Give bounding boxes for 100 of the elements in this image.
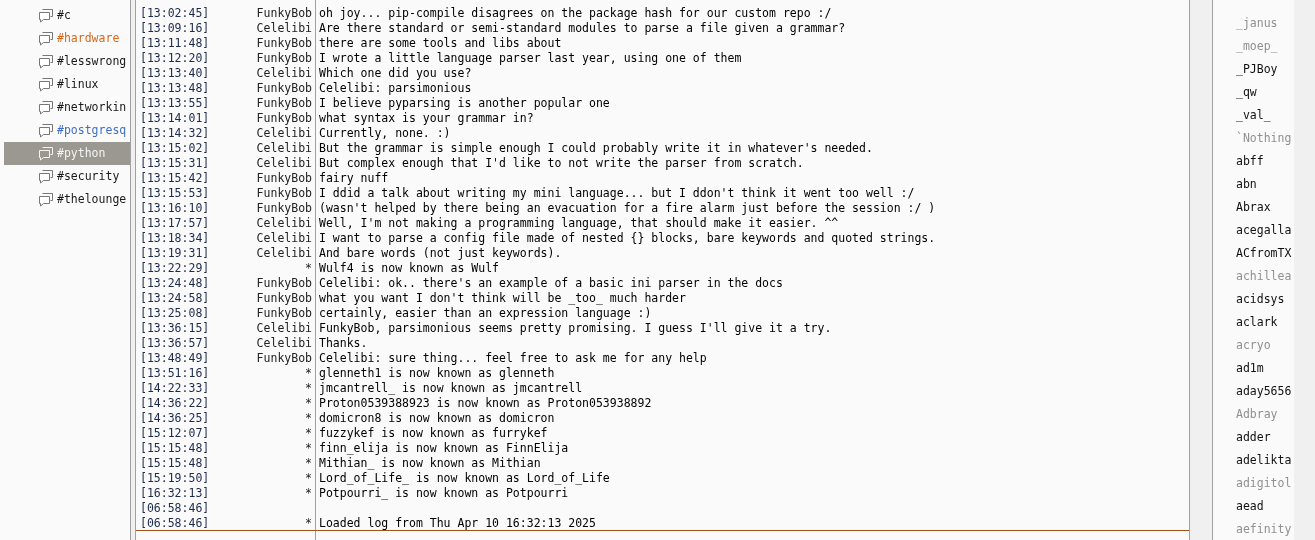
- message-text: I believe pyparsing is another popular one: [319, 96, 610, 110]
- message-text: domicron8 is now known as domicron: [319, 411, 555, 425]
- channel-item[interactable]: #lesswrong: [4, 50, 130, 73]
- user-name[interactable]: ACfromTX: [1236, 244, 1292, 263]
- user-name[interactable]: adelikta: [1236, 451, 1292, 470]
- nick: Celelibi: [256, 126, 312, 140]
- user-name[interactable]: aclark: [1236, 313, 1278, 332]
- message-text: Well, I'm not making a programming language, that should make it easier. ^^: [319, 216, 839, 230]
- nick: FunkyBob: [256, 201, 312, 215]
- user-name[interactable]: abn: [1236, 175, 1257, 194]
- channel-item[interactable]: #hardware: [4, 27, 130, 50]
- nick: FunkyBob: [256, 171, 312, 185]
- user-name[interactable]: aday5656: [1236, 382, 1292, 401]
- timestamp: [13:17:57]: [139, 216, 211, 231]
- nick: *: [305, 396, 312, 410]
- timestamp: [15:12:07]: [139, 426, 211, 441]
- timestamp: [14:22:33]: [139, 381, 211, 396]
- timestamp: [13:25:08]: [139, 306, 211, 321]
- nick: Celelibi: [256, 336, 312, 350]
- user-name[interactable]: ad1m: [1236, 359, 1264, 378]
- nick: FunkyBob: [256, 306, 312, 320]
- nick: Celelibi: [256, 231, 312, 245]
- nick: *: [305, 426, 312, 440]
- nick: Celelibi: [256, 156, 312, 170]
- message-text: Thanks.: [319, 336, 368, 350]
- timestamp: [16:32:13]: [139, 486, 211, 501]
- user-name[interactable]: _val_: [1236, 106, 1271, 125]
- message-text: Celelibi: parsimonious: [319, 81, 472, 95]
- timestamp: [13:24:58]: [139, 291, 211, 306]
- timestamp: [13:09:16]: [139, 21, 211, 36]
- chat-bubbles-icon: [38, 169, 54, 184]
- nick: *: [305, 411, 312, 425]
- chat-bubbles-icon: [38, 123, 54, 138]
- message-text: Loaded log from Thu Apr 10 16:32:13 2025: [319, 516, 596, 530]
- chat-bubbles-icon: [38, 31, 54, 46]
- message-text: glenneth1 is now known as glenneth: [319, 366, 555, 380]
- nick: FunkyBob: [256, 96, 312, 110]
- message-text: Mithian_ is now known as Mithian: [319, 456, 541, 470]
- timestamp: [13:02:45]: [139, 6, 211, 21]
- message-text: fairy nuff: [319, 171, 389, 185]
- chat-bubbles-icon: [38, 54, 54, 69]
- nick: FunkyBob: [256, 51, 312, 65]
- nick: FunkyBob: [256, 186, 312, 200]
- nick: FunkyBob: [256, 276, 312, 290]
- timestamp: [15:15:48]: [139, 441, 211, 456]
- message-text: what syntax is your grammar in?: [319, 111, 534, 125]
- message-text: fuzzykef is now known as furrykef: [319, 426, 548, 440]
- channel-item[interactable]: #linux: [4, 73, 130, 96]
- message-text: But complex enough that I'd like to not write the parser from scratch.: [319, 156, 804, 170]
- nick: FunkyBob: [256, 6, 312, 20]
- timestamp: [13:12:20]: [139, 51, 211, 66]
- user-name[interactable]: _qw: [1236, 83, 1257, 102]
- message-text: I wrote a little language parser last year, using one of them: [319, 51, 742, 65]
- chat-bubbles-icon: [38, 8, 54, 23]
- timestamp: [13:22:29]: [139, 261, 211, 276]
- nick: *: [305, 381, 312, 395]
- timestamp: [06:58:46]: [139, 501, 211, 516]
- timestamp: [13:14:32]: [139, 126, 211, 141]
- message-text: what you want I don't think will be _too_ much harder: [319, 291, 686, 305]
- message-text: Potpourri_ is now known as Potpourri: [319, 486, 569, 500]
- message-text: Celelibi: ok.. there's an example of a basic ini parser in the docs: [319, 276, 783, 290]
- nick: FunkyBob: [256, 111, 312, 125]
- user-name[interactable]: aead: [1236, 497, 1264, 516]
- user-name[interactable]: adder: [1236, 428, 1271, 447]
- chat-bubbles-icon: [38, 100, 54, 115]
- nick: Celelibi: [256, 141, 312, 155]
- message-text: finn_elija is now known as FinnElija: [319, 441, 569, 455]
- timestamp: [13:19:31]: [139, 246, 211, 261]
- nick: Celelibi: [256, 66, 312, 80]
- nick: *: [305, 366, 312, 380]
- message-text: Which one did you use?: [319, 66, 472, 80]
- channel-item[interactable]: #c: [4, 4, 130, 27]
- nick: FunkyBob: [256, 291, 312, 305]
- channel-item[interactable]: #security: [4, 165, 130, 188]
- chat-bubbles-icon: [38, 77, 54, 92]
- timestamp: [13:51:16]: [139, 366, 211, 381]
- message-text: jmcantrell_ is now known as jmcantrell: [319, 381, 583, 395]
- message-text: (wasn't helped by there being an evacuation for a fire alarm just before the session :/ ): [319, 201, 936, 215]
- nick: FunkyBob: [256, 351, 312, 365]
- nick: Celelibi: [256, 216, 312, 230]
- message-text: Currently, none. :): [319, 126, 451, 140]
- timestamp: [14:36:25]: [139, 411, 211, 426]
- timestamp: [13:24:48]: [139, 276, 211, 291]
- channel-item[interactable]: #networkin: [4, 96, 130, 119]
- timestamp: [13:48:49]: [139, 351, 211, 366]
- channel-item[interactable]: #postgresq: [4, 119, 130, 142]
- nick: *: [305, 261, 312, 275]
- timestamp: [13:13:40]: [139, 66, 211, 81]
- timestamp: [13:36:15]: [139, 321, 211, 336]
- channel-item[interactable]: #thelounge: [4, 188, 130, 211]
- user-name[interactable]: abff: [1236, 152, 1264, 171]
- user-name[interactable]: acegalla: [1236, 221, 1292, 240]
- user-name[interactable]: _PJBoy: [1236, 60, 1278, 79]
- message-text: FunkyBob, parsimonious seems pretty promising. I guess I'll give it a try.: [319, 321, 832, 335]
- timestamp: [06:58:46]: [139, 516, 211, 530]
- timestamp: [13:13:55]: [139, 96, 211, 111]
- nick: FunkyBob: [256, 81, 312, 95]
- message-text: I ddid a talk about writing my mini language... but I ddon't think it went too well :/: [319, 186, 915, 200]
- user-name[interactable]: acidsys: [1236, 290, 1285, 309]
- user-name[interactable]: Abrax: [1236, 198, 1271, 217]
